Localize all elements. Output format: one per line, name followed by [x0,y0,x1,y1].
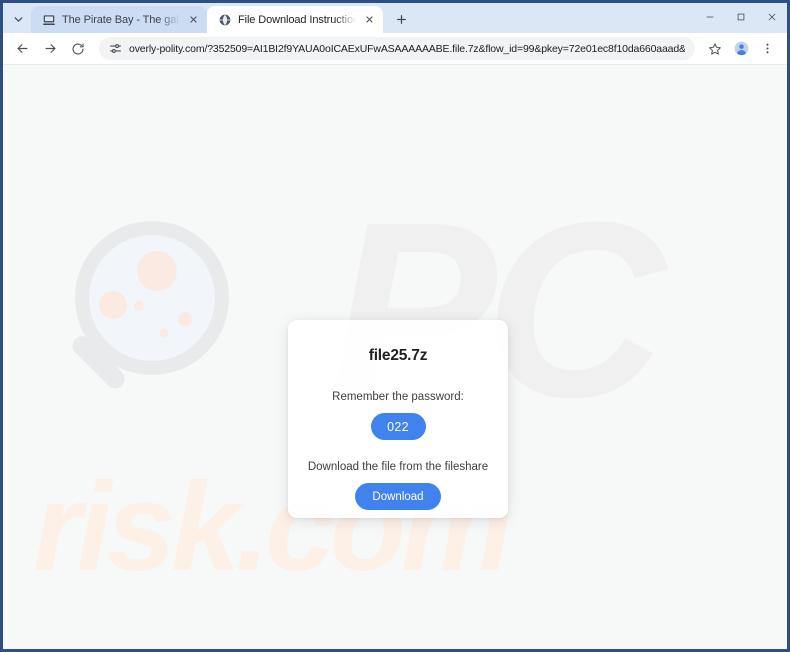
new-tab-button[interactable] [388,6,414,32]
magnifying-glass-watermark-icon [60,213,245,428]
three-dot-menu-icon[interactable] [755,37,779,61]
tab-title: The Pirate Bay - The galaxy's m [62,13,180,26]
url-text: overly-polity.com/?352509=AI1BI2f9YAUA0o… [129,42,685,55]
computer-icon [41,12,56,27]
browser-toolbar: overly-polity.com/?352509=AI1BI2f9YAUA0o… [3,33,787,65]
minimize-icon[interactable] [694,3,725,31]
close-icon[interactable] [756,3,787,31]
tab-file-download-instructions[interactable]: File Download Instructions for f [207,6,383,33]
maximize-icon[interactable] [725,3,756,31]
address-bar[interactable]: overly-polity.com/?352509=AI1BI2f9YAUA0o… [99,37,695,60]
page-viewport: PC risk.com file25.7z Remember the passw… [3,65,787,649]
tab-strip: The Pirate Bay - The galaxy's m File Dow… [3,3,787,33]
download-instructions-card: file25.7z Remember the password: 022 Dow… [288,320,508,518]
download-button[interactable]: Download [355,483,441,510]
star-icon[interactable] [703,37,727,61]
tune-sliders-icon[interactable] [108,42,122,56]
close-icon[interactable] [186,13,200,27]
download-hint-label: Download the file from the fileshare [307,461,489,473]
tab-search-chevron-down-icon[interactable] [5,6,31,32]
browser-window: The Pirate Bay - The galaxy's m File Dow… [0,0,790,652]
file-name-title: file25.7z [368,347,428,364]
back-button[interactable] [9,36,35,62]
tab-pirate-bay[interactable]: The Pirate Bay - The galaxy's m [31,6,207,33]
password-hint-label: Remember the password: [332,391,464,403]
reload-button[interactable] [65,36,91,62]
password-value-badge[interactable]: 022 [370,413,426,440]
tab-title: File Download Instructions for f [238,13,356,26]
account-avatar-icon[interactable] [729,37,753,61]
close-icon[interactable] [362,13,376,27]
window-controls [694,3,787,33]
forward-button[interactable] [37,36,63,62]
globe-icon [217,12,232,27]
